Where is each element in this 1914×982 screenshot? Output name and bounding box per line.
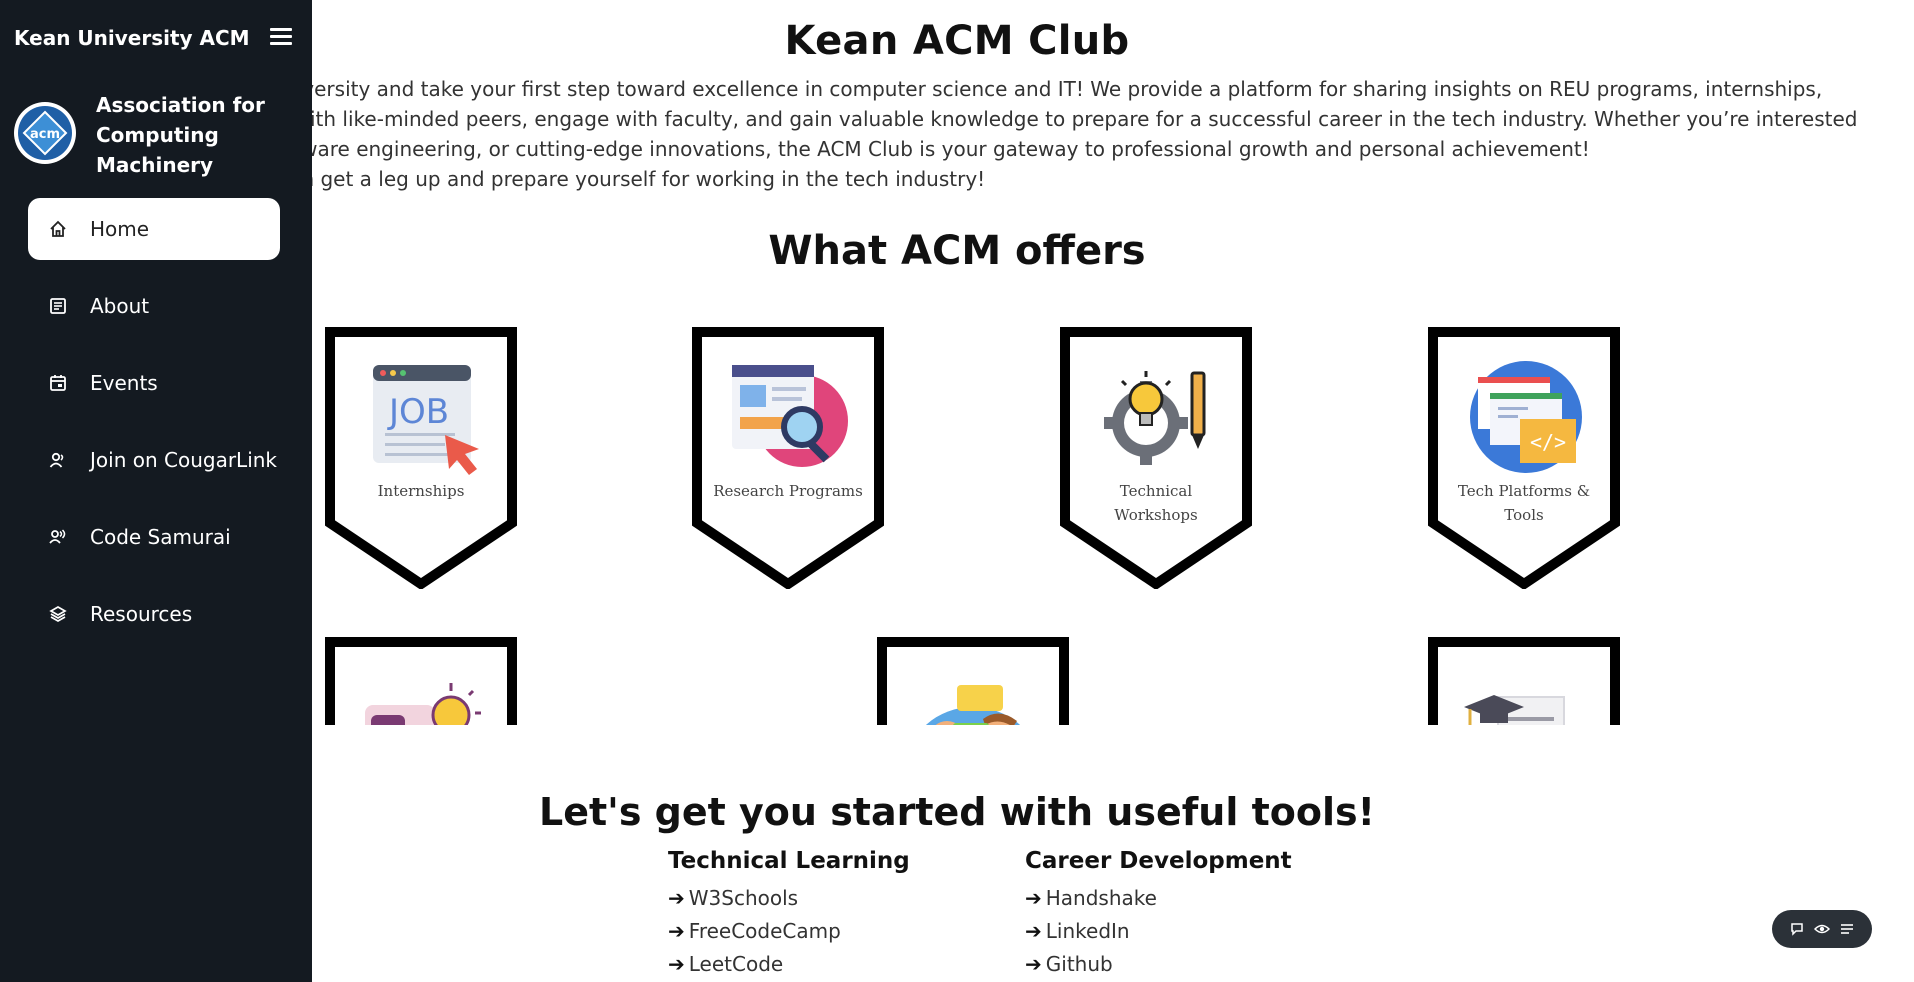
hero-line: rends. Connect with like-minded peers, e… — [136, 107, 1858, 131]
user-join-icon — [48, 450, 68, 470]
arrow-icon: ➔ — [1025, 886, 1042, 910]
badge-idea[interactable] — [325, 637, 517, 725]
link-label: FreeCodeCamp — [688, 919, 841, 943]
org-name-line: Machinery — [96, 153, 214, 177]
hero-line: Club at Kean University and take your fi… — [136, 77, 1823, 101]
hero-description: Club at Kean University and take your fi… — [136, 74, 1858, 194]
home-icon — [48, 219, 68, 239]
arrow-icon: ➔ — [1025, 952, 1042, 976]
brand-title[interactable]: Kean University ACM — [14, 26, 250, 50]
discussion-icon — [925, 685, 1021, 725]
arrow-icon: ➔ — [1025, 919, 1042, 943]
job-icon: JOB — [373, 365, 479, 475]
technical-learning-column: Technical Learning ➔ W3Schools ➔ FreeCodeC… — [668, 848, 910, 981]
career-development-heading: Career Development — [1025, 848, 1292, 874]
users-icon — [48, 527, 68, 547]
layers-icon — [48, 604, 68, 624]
sidebar-item-label: Resources — [90, 602, 193, 626]
graduation-icon — [1464, 695, 1565, 725]
sidebar-item-about[interactable]: About — [28, 275, 280, 337]
idea-icon — [365, 683, 481, 725]
sidebar: Kean University ACM acm Association for … — [0, 0, 312, 982]
sidebar-item-label: Code Samurai — [90, 525, 231, 549]
freecodecamp-link[interactable]: ➔ FreeCodeCamp — [668, 915, 910, 948]
hamburger-menu-icon[interactable] — [270, 28, 292, 48]
link-label: Handshake — [1045, 886, 1157, 910]
calendar-icon — [48, 373, 68, 393]
badge-internships[interactable]: JOB Internships — [325, 327, 517, 589]
sidebar-item-events[interactable]: Events — [28, 352, 280, 414]
sidebar-item-resources[interactable]: Resources — [28, 583, 280, 645]
sidebar-item-label: Join on CougarLink — [90, 448, 278, 472]
github-link[interactable]: ➔ Github — [1025, 948, 1292, 981]
list-icon[interactable] — [1839, 921, 1855, 937]
arrow-icon: ➔ — [668, 919, 685, 943]
badge-label: Research Programs — [713, 482, 863, 500]
link-label: Github — [1045, 952, 1113, 976]
link-label: W3Schools — [688, 886, 799, 910]
link-label: LeetCode — [688, 952, 784, 976]
badge-label: Technical Workshops — [1114, 482, 1198, 524]
linkedin-link[interactable]: ➔ LinkedIn — [1025, 915, 1292, 948]
org-name-line: Association for — [96, 93, 265, 117]
research-icon — [732, 365, 848, 467]
org-name-line: Computing — [96, 123, 219, 147]
eye-icon[interactable] — [1813, 921, 1830, 937]
badge-discussion[interactable] — [877, 637, 1069, 725]
badge-label: Internships — [377, 482, 465, 500]
hero-line: velopment, hardware engineering, or cutt… — [136, 137, 1590, 161]
organization-name: Association for Computing Machinery — [96, 90, 265, 180]
sidebar-nav: Home About Events Join on CougarLink Cod… — [28, 198, 280, 660]
arrow-icon: ➔ — [668, 886, 685, 910]
hero-line: earn how you can get a leg up and prepar… — [136, 167, 986, 191]
chat-icon[interactable] — [1789, 921, 1805, 937]
workshop-icon — [1104, 371, 1206, 465]
arrow-icon: ➔ — [668, 952, 685, 976]
badge-research-programs[interactable]: Research Programs — [692, 327, 884, 589]
technical-learning-heading: Technical Learning — [668, 848, 910, 874]
logo-text: acm — [30, 127, 60, 142]
w3schools-link[interactable]: ➔ W3Schools — [668, 882, 910, 915]
acm-logo: acm — [14, 102, 76, 164]
svg-text:JOB: JOB — [387, 392, 449, 432]
career-development-column: Career Development ➔ Handshake ➔ LinkedIn … — [1025, 848, 1292, 981]
sidebar-item-label: Home — [90, 217, 150, 241]
sidebar-item-code-samurai[interactable]: Code Samurai — [28, 506, 280, 568]
badge-graduation[interactable] — [1428, 637, 1620, 725]
link-label: LinkedIn — [1045, 919, 1130, 943]
sidebar-item-home[interactable]: Home — [28, 198, 280, 260]
platforms-icon: </> — [1470, 361, 1582, 473]
leetcode-link[interactable]: ➔ LeetCode — [668, 948, 910, 981]
floating-toolbar — [1772, 910, 1872, 948]
document-icon — [48, 296, 68, 316]
sidebar-item-join-cougarlink[interactable]: Join on CougarLink — [28, 429, 280, 491]
handshake-link[interactable]: ➔ Handshake — [1025, 882, 1292, 915]
badge-label: Tech Platforms & Tools — [1457, 482, 1591, 524]
sidebar-item-label: Events — [90, 371, 158, 395]
sidebar-item-label: About — [90, 294, 150, 318]
svg-text:</>: </> — [1530, 430, 1566, 454]
badge-technical-workshops[interactable]: Technical Workshops — [1060, 327, 1252, 589]
badge-tech-platforms-tools[interactable]: </> Tech Platforms & Tools — [1428, 327, 1620, 589]
